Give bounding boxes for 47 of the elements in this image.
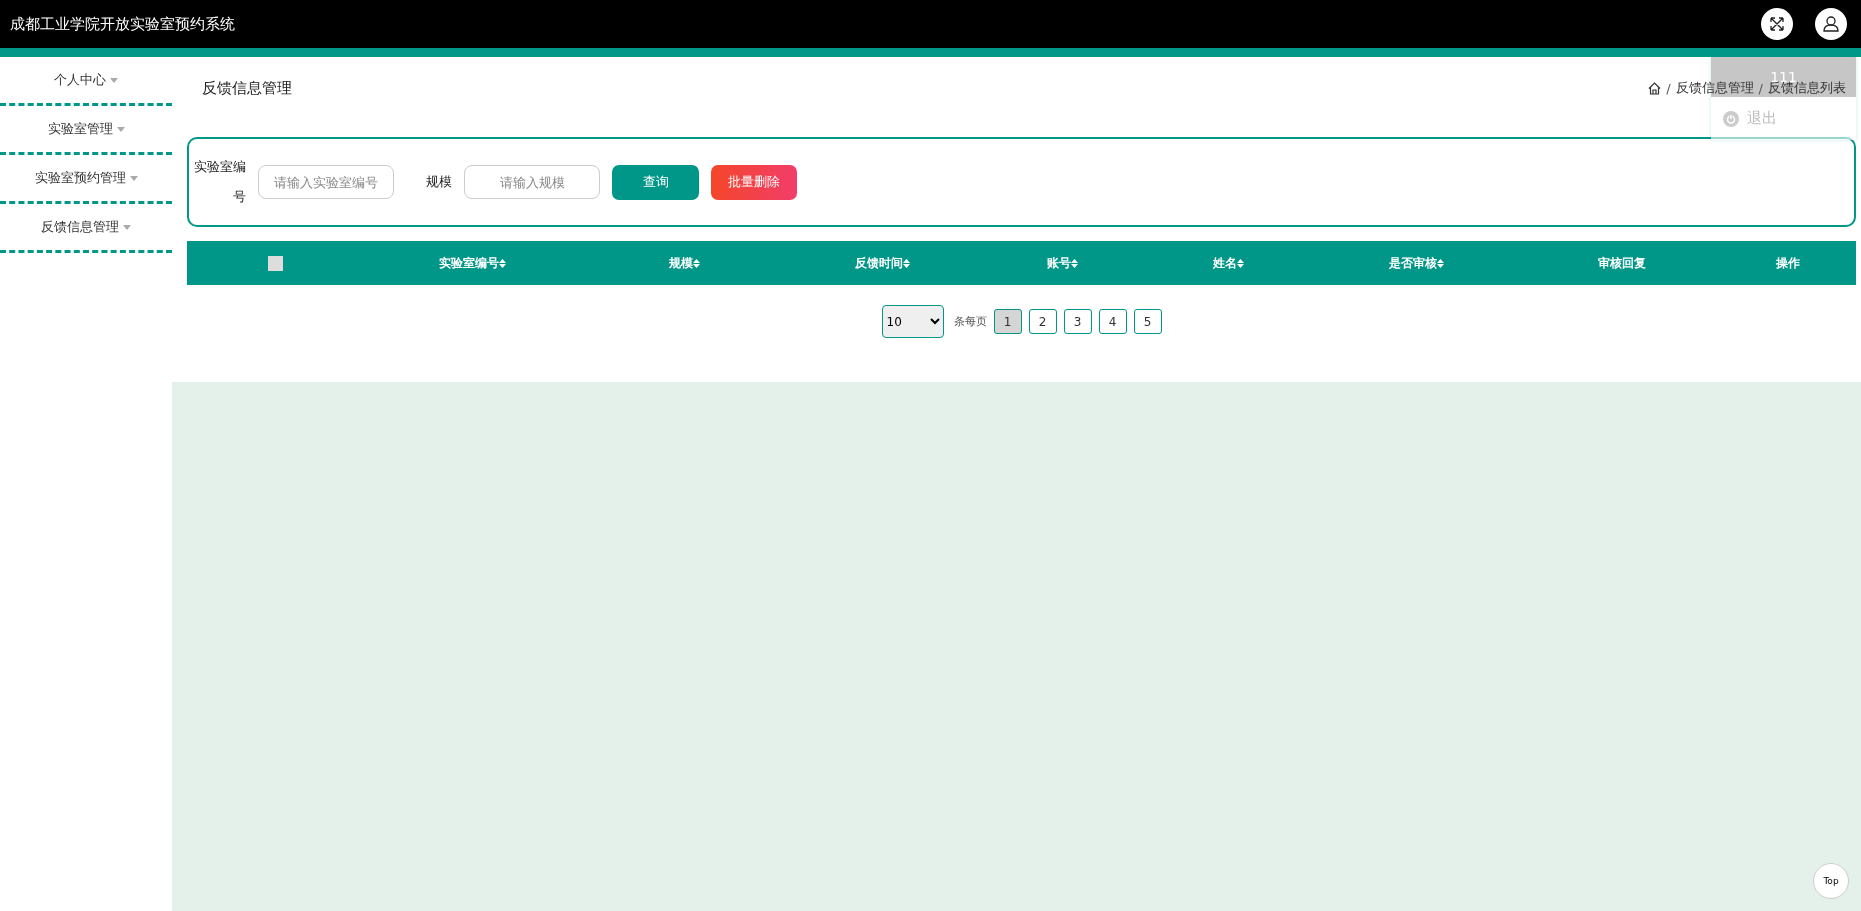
caret-icon	[129, 175, 138, 181]
page-title: 反馈信息管理	[202, 78, 292, 98]
sidebar-item[interactable]: 实验室预约管理	[0, 155, 172, 204]
column-header[interactable]: 实验室编号	[363, 254, 582, 272]
column-header[interactable]: 规模	[581, 254, 787, 272]
breadcrumb-link[interactable]: 反馈信息管理	[1675, 79, 1754, 97]
user-button[interactable]	[1815, 8, 1847, 40]
page-button[interactable]: 1	[993, 309, 1022, 334]
sidebar-item[interactable]: 反馈信息管理	[0, 204, 172, 253]
column-header: 操作	[1775, 254, 1802, 272]
delete-button[interactable]: 批量删除	[711, 164, 797, 200]
sort-icon	[1070, 258, 1078, 268]
user-icon	[1822, 15, 1840, 33]
sidebar-item[interactable]: 实验室管理	[0, 106, 172, 155]
fullscreen-icon	[1769, 16, 1785, 32]
column-header[interactable]: 反馈时间	[786, 254, 979, 272]
page-button[interactable]: 2	[1028, 309, 1057, 334]
column-header[interactable]: 姓名	[1145, 254, 1312, 272]
page-button[interactable]: 5	[1133, 309, 1162, 334]
column-header[interactable]: 是否审核	[1311, 254, 1523, 272]
sidebar-item[interactable]: 个人中心	[0, 57, 172, 106]
breadcrumb-separator: /	[1758, 80, 1763, 96]
sort-icon	[498, 258, 506, 268]
breadcrumb-separator: /	[1666, 80, 1671, 96]
app-title: 成都工业学院开放实验室预约系统	[10, 14, 236, 34]
caret-icon	[123, 224, 131, 230]
sort-icon	[903, 258, 911, 268]
column-header[interactable]: 账号	[978, 254, 1146, 272]
sort-icon	[1437, 258, 1445, 268]
fullscreen-button[interactable]	[1761, 8, 1793, 40]
sort-icon	[1236, 258, 1244, 268]
page-button[interactable]: 4	[1098, 309, 1127, 334]
field-label: 规模	[426, 173, 452, 191]
field-label: 实验室编号	[194, 158, 246, 206]
sort-icon	[692, 258, 700, 268]
search-field[interactable]: 请输入规模	[464, 165, 600, 199]
page-button[interactable]: 3	[1063, 309, 1092, 334]
caret-icon	[116, 126, 125, 132]
column-header: 审核回复	[1596, 254, 1647, 272]
select-all-checkbox[interactable]	[267, 255, 283, 271]
per-page-label: 条每页	[953, 314, 987, 329]
page-size-select[interactable]: 10	[881, 305, 944, 338]
search-field[interactable]: 请输入实验室编号	[258, 165, 394, 199]
caret-icon	[110, 77, 118, 83]
search-button[interactable]: 查询	[612, 164, 699, 200]
power-icon	[1723, 110, 1739, 127]
home-icon[interactable]	[1648, 81, 1662, 95]
